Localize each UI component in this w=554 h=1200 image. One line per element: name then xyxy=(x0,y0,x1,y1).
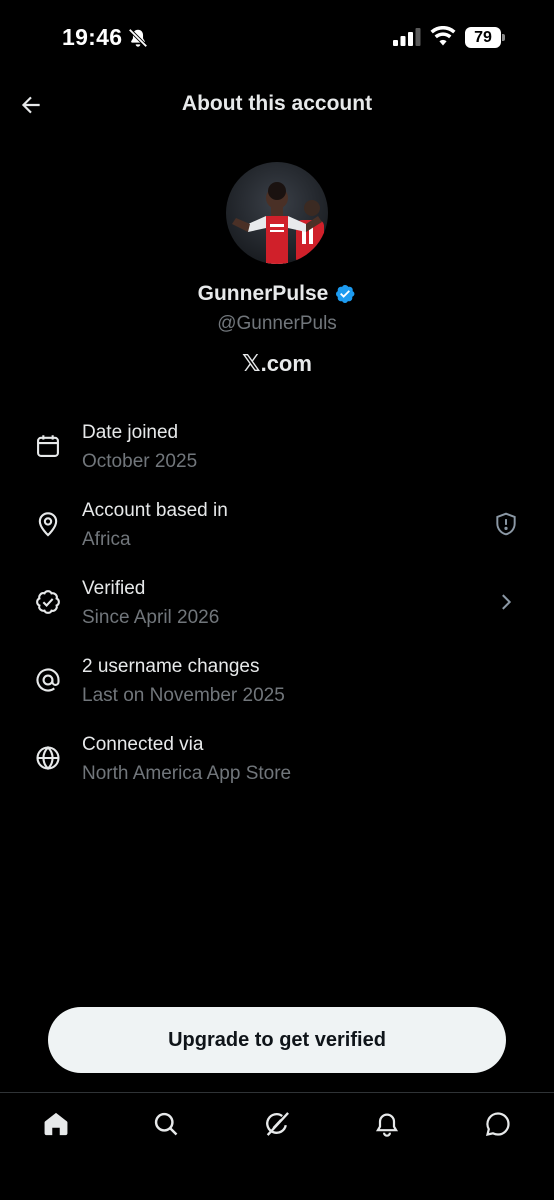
info-title: Date joined xyxy=(82,422,179,443)
info-row-verified[interactable]: Verified Since April 2026 xyxy=(0,574,554,652)
avatar-image xyxy=(226,162,328,264)
avatar[interactable] xyxy=(226,162,328,264)
nav-grok[interactable] xyxy=(262,1109,292,1139)
site-label: 𝕏 .com xyxy=(0,350,554,377)
bottom-nav xyxy=(0,1092,554,1200)
info-subtitle: October 2025 xyxy=(82,451,198,472)
info-title: Connected via xyxy=(82,734,204,755)
nav-messages[interactable] xyxy=(483,1109,513,1139)
battery-level: 79 xyxy=(474,28,492,46)
header: About this account xyxy=(0,80,554,130)
chevron-right-icon xyxy=(502,594,512,610)
display-name: GunnerPulse xyxy=(197,282,329,305)
shield-alert-button[interactable] xyxy=(492,510,520,538)
info-title: 2 username changes xyxy=(82,656,260,677)
globe-icon xyxy=(36,746,60,770)
search-icon xyxy=(154,1112,178,1136)
site-suffix: .com xyxy=(260,351,312,376)
shield-alert-icon xyxy=(496,512,516,536)
status-bar: 19:46 79 xyxy=(0,0,554,76)
calendar-icon xyxy=(37,435,59,457)
home-icon xyxy=(44,1112,68,1136)
location-pin-icon xyxy=(38,512,58,537)
info-row-connected-via: Connected via North America App Store xyxy=(0,730,554,808)
wifi-icon xyxy=(430,26,456,46)
info-subtitle: Last on November 2025 xyxy=(82,685,285,706)
messages-icon xyxy=(486,1112,510,1136)
info-subtitle: Since April 2026 xyxy=(82,607,220,628)
nav-notifications[interactable] xyxy=(372,1109,402,1139)
info-list: Date joined October 2025 Account based i… xyxy=(0,418,554,808)
battery-indicator: 79 xyxy=(465,27,505,48)
verified-details-button[interactable] xyxy=(492,588,520,616)
verified-badge-icon xyxy=(336,285,355,303)
info-title: Account based in xyxy=(82,500,228,521)
page-title: About this account xyxy=(181,92,373,115)
info-subtitle: North America App Store xyxy=(82,763,292,784)
signal-icon xyxy=(393,28,421,46)
notifications-icon xyxy=(375,1113,399,1137)
x-logo-icon: 𝕏 xyxy=(242,350,261,376)
bell-off-icon xyxy=(128,28,148,48)
at-sign-icon xyxy=(36,668,60,692)
status-time: 19:46 xyxy=(62,24,123,50)
info-subtitle: Africa xyxy=(82,529,131,550)
verified-badge-icon xyxy=(36,590,60,614)
info-title: Verified xyxy=(82,578,146,599)
handle: @GunnerPuls xyxy=(217,313,337,334)
nav-search[interactable] xyxy=(151,1109,181,1139)
grok-icon xyxy=(266,1112,289,1136)
info-row-date-joined: Date joined October 2025 xyxy=(0,418,554,496)
display-name-row: GunnerPulse xyxy=(0,282,554,306)
info-row-username-changes: 2 username changes Last on November 2025 xyxy=(0,652,554,730)
nav-home[interactable] xyxy=(41,1109,71,1139)
upgrade-button[interactable]: Upgrade to get verified xyxy=(48,1007,506,1073)
upgrade-button-label: Upgrade to get verified xyxy=(168,1028,386,1051)
info-row-account-based: Account based in Africa xyxy=(0,496,554,574)
